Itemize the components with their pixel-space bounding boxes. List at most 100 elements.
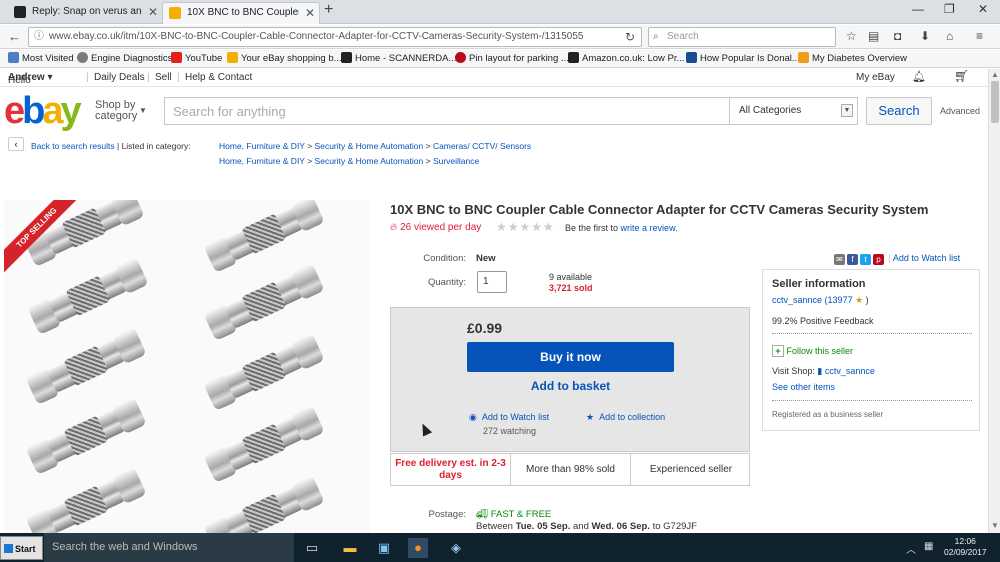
bookmark-engine-diagnostics[interactable]: Engine Diagnostics: [77, 52, 172, 64]
twitter-icon[interactable]: t: [860, 254, 871, 265]
crumb-home-furniture[interactable]: Home, Furniture & DIY: [219, 141, 305, 151]
shop-by-category[interactable]: Shop by category ▼: [95, 100, 147, 122]
bookmark-donald[interactable]: How Popular Is Donal...: [686, 52, 800, 64]
back-chevron-icon[interactable]: ‹: [8, 137, 24, 151]
bookmark-amazon[interactable]: Amazon.co.uk: Low Pr...: [568, 52, 684, 64]
start-button[interactable]: Start: [0, 536, 43, 560]
scroll-thumb[interactable]: [991, 81, 999, 123]
bookmark-ebay-shopping[interactable]: Your eBay shopping b...: [227, 52, 342, 64]
cart-icon[interactable]: 🛒︎: [954, 69, 969, 83]
search-button[interactable]: Search: [866, 97, 932, 125]
plus-icon: +: [772, 345, 784, 357]
scannerdanner-favicon-icon: [14, 6, 26, 18]
feedback-count[interactable]: 13977: [828, 295, 853, 305]
bookmark-star-icon[interactable]: ☆: [846, 29, 857, 43]
back-arrow-icon[interactable]: ←: [8, 29, 21, 44]
my-ebay-link[interactable]: My eBay: [856, 72, 895, 83]
category-select[interactable]: All Categories ▼: [730, 97, 858, 125]
scroll-up-icon[interactable]: ▲: [991, 70, 999, 79]
firefox-icon[interactable]: ●: [408, 538, 428, 558]
bookmark-most-visited[interactable]: Most Visited: [8, 52, 74, 64]
taskbar-search[interactable]: Search the web and Windows: [44, 533, 294, 562]
task-view-icon[interactable]: ▭: [302, 538, 322, 558]
daily-deals-link[interactable]: Daily Deals: [94, 72, 145, 83]
tab-title: Reply: Snap on verus and the: [32, 6, 142, 17]
crumb-surveillance[interactable]: Surveillance: [433, 156, 479, 166]
facebook-icon[interactable]: f: [847, 254, 858, 265]
hello-user[interactable]: Hello Andrew ▾: [8, 72, 52, 86]
bookmark-pin-layout[interactable]: Pin layout for parking ...: [455, 52, 569, 64]
bookmark-diabetes[interactable]: My Diabetes Overview: [798, 52, 907, 64]
watch-list-button[interactable]: ◉ Add to Watch list: [469, 412, 549, 423]
watching-count: 272 watching: [483, 426, 537, 436]
crumb-security[interactable]: Security & Home Automation: [315, 156, 424, 166]
share-row: ✉ f t p | Add to Watch list: [834, 253, 960, 265]
clock[interactable]: 12:06 02/09/2017: [944, 536, 987, 558]
add-to-watch-list-link[interactable]: Add to Watch list: [893, 253, 960, 263]
follow-seller-button[interactable]: + Follow this seller: [772, 345, 853, 357]
home-icon[interactable]: ⌂: [946, 29, 953, 43]
email-icon[interactable]: ✉: [834, 254, 845, 265]
free-delivery-text: Free delivery est. in 2-3 days: [391, 454, 511, 485]
crumb-security[interactable]: Security & Home Automation: [315, 141, 424, 151]
app-icon[interactable]: ◈: [446, 538, 466, 558]
ebay-logo[interactable]: ebay: [4, 91, 82, 131]
reading-list-icon[interactable]: ▤: [868, 29, 879, 43]
pinterest-icon[interactable]: p: [873, 254, 884, 265]
sold-count: 3,721 sold: [549, 283, 593, 293]
eye-icon: ◉: [469, 412, 477, 422]
product-image[interactable]: TOP SELLING: [4, 200, 370, 533]
seller-name-link[interactable]: cctv_sannce: [772, 295, 822, 305]
add-to-basket-button[interactable]: Add to basket: [467, 379, 674, 393]
notification-bell-icon[interactable]: 🔔︎: [912, 70, 926, 83]
close-tab-icon[interactable]: ✕: [305, 3, 315, 23]
star-icon: ★: [586, 412, 595, 422]
page-scrollbar[interactable]: ▲ ▼: [988, 69, 1000, 533]
chevron-down-icon: ▼: [841, 104, 853, 117]
help-contact-link[interactable]: Help & Contact: [185, 72, 252, 83]
minimize-icon[interactable]: —: [912, 2, 924, 16]
advanced-search-link[interactable]: Advanced: [940, 106, 980, 116]
bookmark-youtube[interactable]: YouTube: [171, 52, 222, 64]
postage-label: Postage:: [428, 509, 467, 520]
bnc-connector-image: [202, 330, 326, 413]
new-tab-button[interactable]: +: [324, 1, 333, 19]
buy-it-now-button[interactable]: Buy it now: [467, 342, 674, 372]
chevron-up-icon[interactable]: ︿: [906, 541, 916, 556]
delivery-info-bar: Free delivery est. in 2-3 days More than…: [390, 453, 750, 486]
network-icon[interactable]: ▦: [924, 541, 933, 552]
rating-stars[interactable]: ★★★★★: [496, 220, 555, 234]
viewed-per-day: 🔥︎ 26 viewed per day: [390, 222, 482, 233]
tab-ebay-item[interactable]: 10X BNC to BNC Coupler Ca ✕: [162, 2, 320, 24]
search-placeholder: Search: [667, 31, 699, 42]
seller-info-title: Seller information: [772, 278, 866, 290]
tab-reply[interactable]: Reply: Snap on verus and the ✕: [8, 2, 162, 24]
info-icon[interactable]: ⓘ: [34, 28, 44, 46]
pocket-icon[interactable]: ◘: [894, 29, 901, 43]
ebay-search-input[interactable]: Search for anything: [164, 97, 730, 125]
listed-in-label: | Listed in category:: [117, 141, 191, 151]
close-window-icon[interactable]: ✕: [978, 2, 988, 16]
file-explorer-icon[interactable]: ▬: [340, 538, 360, 558]
shopping-bag-favicon-icon: [169, 7, 181, 19]
bookmark-scannerdanner[interactable]: Home - SCANNERDA...: [341, 52, 456, 64]
close-tab-icon[interactable]: ✕: [148, 2, 158, 22]
reload-icon[interactable]: ↻: [625, 28, 635, 46]
see-other-items-link[interactable]: See other items: [772, 382, 835, 392]
crumb-home-furniture[interactable]: Home, Furniture & DIY: [219, 156, 305, 166]
menu-icon[interactable]: ≡: [976, 29, 983, 43]
quantity-input[interactable]: 1: [477, 271, 507, 293]
download-icon[interactable]: ⬇: [920, 29, 930, 43]
sell-link[interactable]: Sell: [155, 72, 172, 83]
photos-icon[interactable]: ▣: [374, 538, 394, 558]
crumb-cameras[interactable]: Cameras/ CCTV/ Sensors: [433, 141, 531, 151]
add-to-collection-button[interactable]: ★ Add to collection: [586, 412, 665, 423]
address-bar[interactable]: ⓘ www.ebay.co.uk/itm/10X-BNC-to-BNC-Coup…: [28, 27, 642, 47]
write-review-link[interactable]: write a review.: [621, 223, 678, 233]
breadcrumb: Home, Furniture & DIY > Security & Home …: [219, 141, 532, 151]
back-to-search-link[interactable]: Back to search results: [31, 141, 115, 151]
restore-icon[interactable]: ❐: [944, 2, 955, 16]
browser-search-input[interactable]: ⌕ Search: [648, 27, 836, 47]
shop-link[interactable]: cctv_sannce: [825, 366, 875, 376]
scroll-down-icon[interactable]: ▼: [991, 521, 999, 530]
